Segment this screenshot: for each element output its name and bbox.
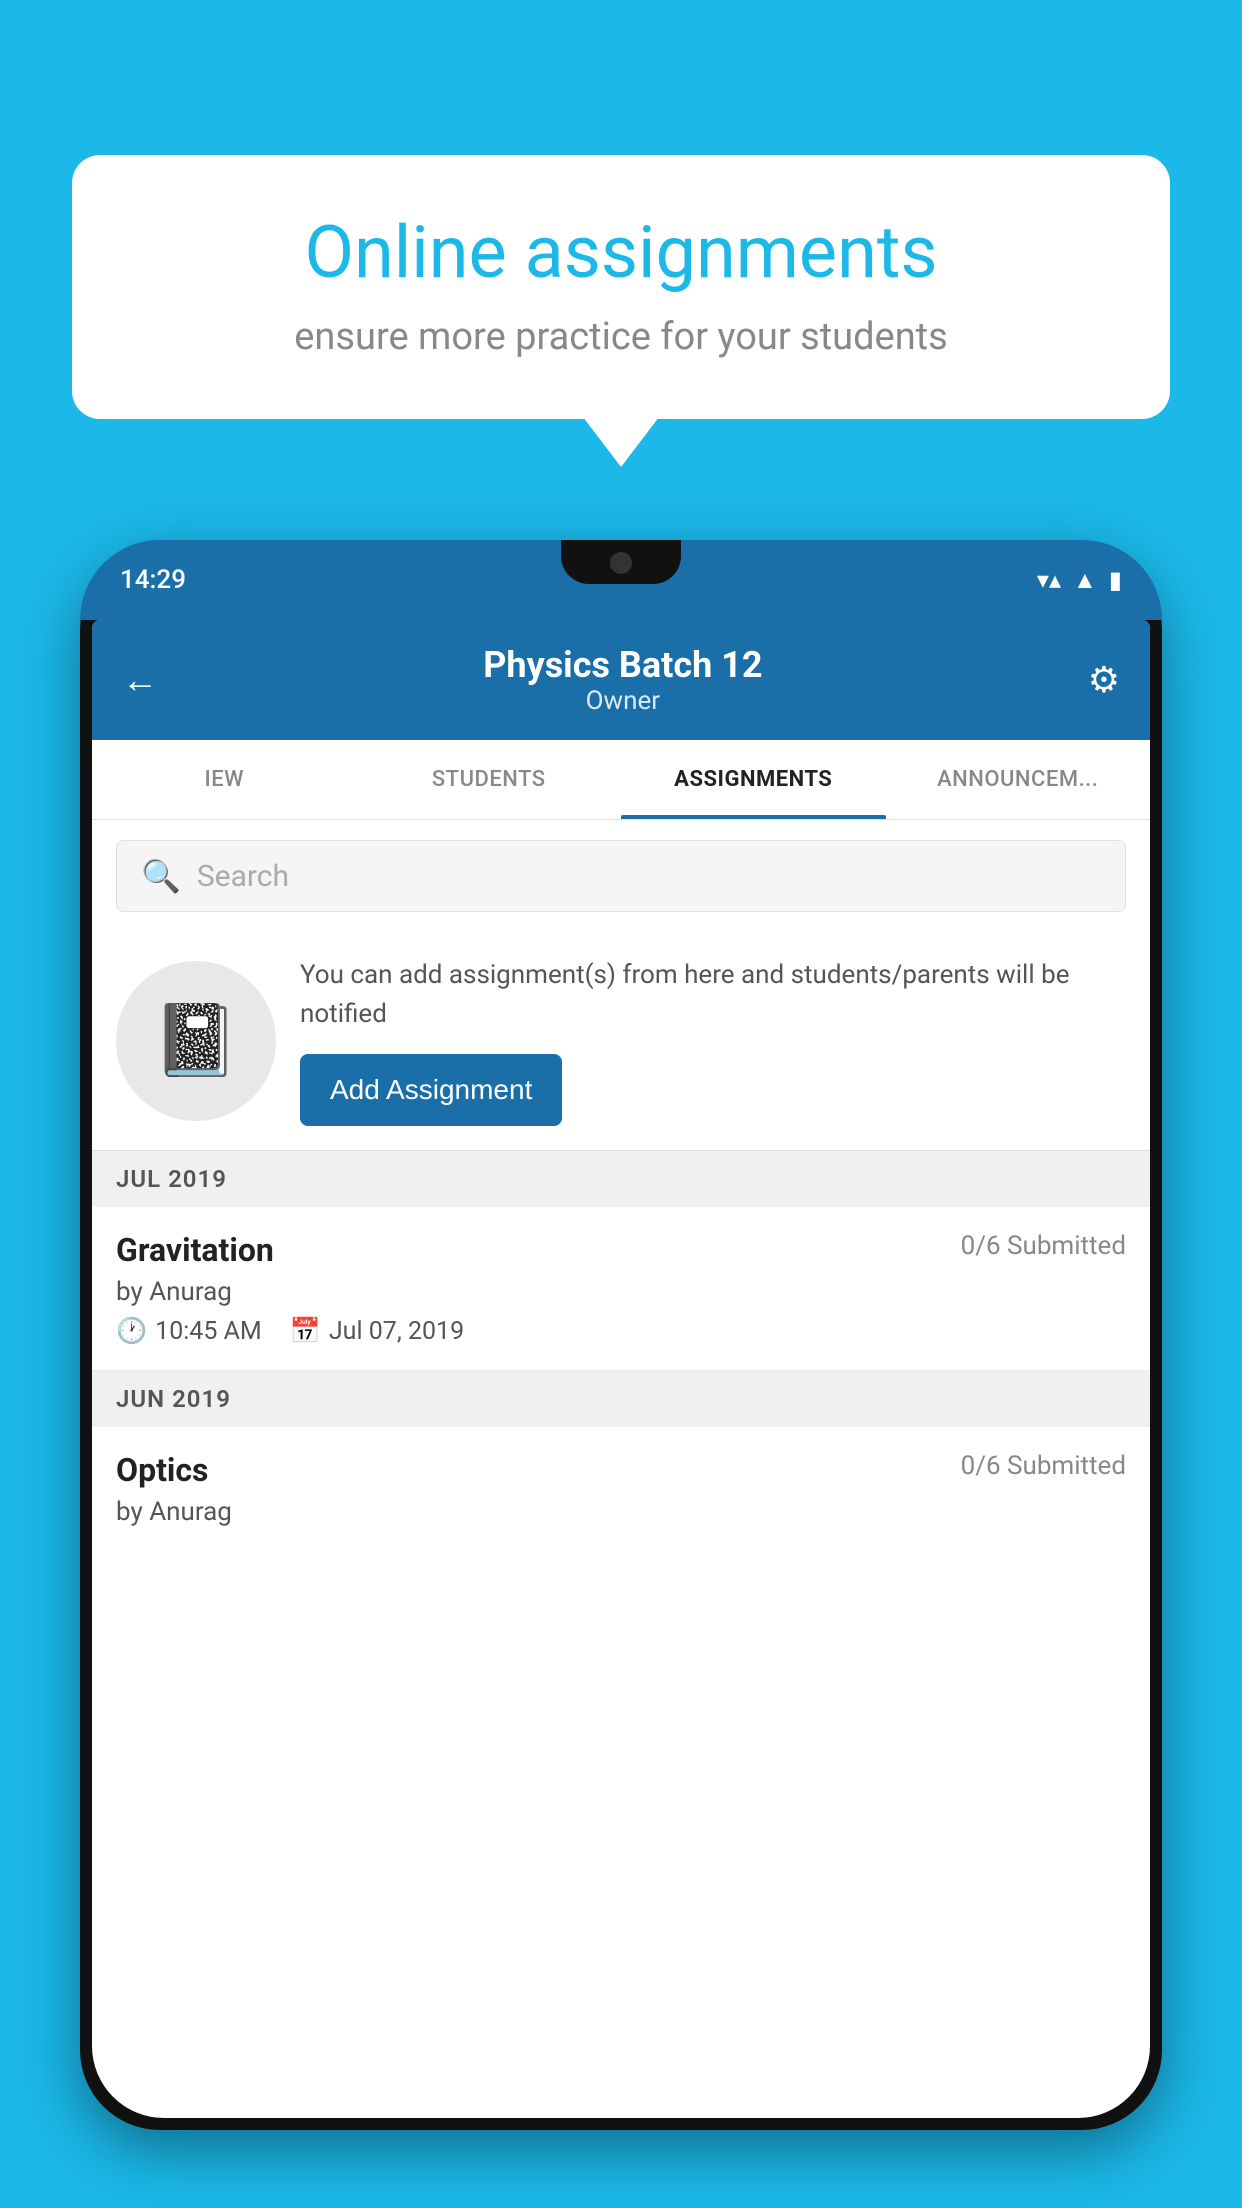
calendar-icon: 📅 — [290, 1317, 321, 1346]
assignment-submitted: 0/6 Submitted — [961, 1231, 1126, 1261]
meta-time: 🕐 10:45 AM — [116, 1317, 262, 1346]
clock-icon: 🕐 — [116, 1317, 147, 1346]
wifi-icon: ▾▴ — [1037, 566, 1061, 594]
assignment-item-optics[interactable]: Optics 0/6 Submitted by Anurag — [92, 1427, 1150, 1551]
search-icon: 🔍 — [141, 857, 181, 895]
tab-assignments[interactable]: ASSIGNMENTS — [621, 740, 886, 819]
assignment-name: Gravitation — [116, 1231, 274, 1269]
status-bar: 14:29 ▾▴ ▲ ▮ — [80, 540, 1162, 620]
assignment-author: by Anurag — [116, 1277, 1126, 1307]
camera-notch — [610, 552, 632, 574]
optics-author: by Anurag — [116, 1497, 1126, 1527]
optics-name: Optics — [116, 1451, 208, 1489]
back-button[interactable]: ← — [122, 659, 158, 701]
optics-row1: Optics 0/6 Submitted — [116, 1451, 1126, 1489]
tabs-bar: IEW STUDENTS ASSIGNMENTS ANNOUNCEM... — [92, 740, 1150, 820]
search-container: 🔍 Search — [92, 820, 1150, 932]
promo-content: You can add assignment(s) from here and … — [300, 956, 1126, 1126]
assignment-date: Jul 07, 2019 — [329, 1317, 464, 1346]
assignment-meta: 🕐 10:45 AM 📅 Jul 07, 2019 — [116, 1317, 1126, 1346]
assignment-item-gravitation[interactable]: Gravitation 0/6 Submitted by Anurag 🕐 10… — [92, 1207, 1150, 1371]
assignment-time: 10:45 AM — [155, 1317, 262, 1346]
speech-bubble-container: Online assignments ensure more practice … — [72, 155, 1170, 419]
promo-icon-circle: 📓 — [116, 961, 276, 1121]
promo-card: 📓 You can add assignment(s) from here an… — [92, 932, 1150, 1151]
notebook-icon: 📓 — [152, 1000, 239, 1082]
battery-icon: ▮ — [1109, 566, 1122, 594]
status-icons: ▾▴ ▲ ▮ — [1037, 566, 1122, 595]
search-bar[interactable]: 🔍 Search — [116, 840, 1126, 912]
tab-students[interactable]: STUDENTS — [357, 740, 622, 819]
phone-container: 14:29 ▾▴ ▲ ▮ ← Physics Batch 12 Owner ⚙ — [80, 540, 1162, 2208]
section-header-jun: JUN 2019 — [92, 1371, 1150, 1427]
status-time: 14:29 — [120, 565, 186, 595]
meta-date: 📅 Jul 07, 2019 — [290, 1317, 464, 1346]
tab-announcements[interactable]: ANNOUNCEM... — [886, 740, 1151, 819]
section-header-jul: JUL 2019 — [92, 1151, 1150, 1207]
assignment-row1: Gravitation 0/6 Submitted — [116, 1231, 1126, 1269]
batch-title: Physics Batch 12 — [483, 644, 762, 686]
add-assignment-button[interactable]: Add Assignment — [300, 1054, 562, 1126]
phone-screen: ← Physics Batch 12 Owner ⚙ IEW STUDENTS … — [92, 620, 1150, 2118]
settings-icon[interactable]: ⚙ — [1088, 659, 1120, 701]
signal-icon: ▲ — [1073, 566, 1097, 595]
header-title-block: Physics Batch 12 Owner — [483, 644, 762, 716]
batch-subtitle: Owner — [483, 686, 762, 716]
speech-bubble-title: Online assignments — [132, 210, 1110, 295]
phone-frame: 14:29 ▾▴ ▲ ▮ ← Physics Batch 12 Owner ⚙ — [80, 540, 1162, 2130]
tab-iew[interactable]: IEW — [92, 740, 357, 819]
speech-bubble: Online assignments ensure more practice … — [72, 155, 1170, 419]
app-header: ← Physics Batch 12 Owner ⚙ — [92, 620, 1150, 740]
optics-submitted: 0/6 Submitted — [961, 1451, 1126, 1481]
phone-notch — [561, 540, 681, 584]
promo-description: You can add assignment(s) from here and … — [300, 956, 1126, 1034]
search-placeholder: Search — [197, 859, 289, 894]
speech-bubble-subtitle: ensure more practice for your students — [132, 315, 1110, 359]
